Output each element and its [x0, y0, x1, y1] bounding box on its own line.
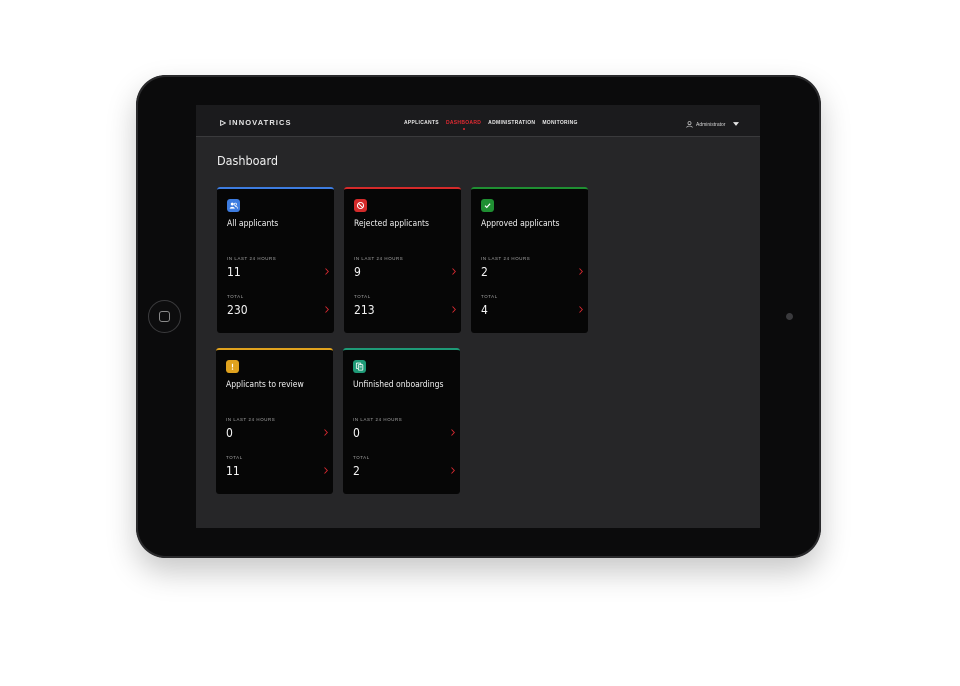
- stat-label: TOTAL: [353, 455, 370, 460]
- user-icon: [686, 120, 693, 128]
- card-title: Rejected applicants: [354, 219, 430, 229]
- home-button[interactable]: [148, 300, 181, 333]
- stat-total[interactable]: TOTAL 213: [354, 294, 456, 322]
- check-icon: [481, 199, 494, 212]
- card-title: Applicants to review: [226, 380, 304, 390]
- stat-label: IN LAST 24 HOURS: [226, 417, 276, 422]
- top-navbar: INNOVATRICS APPLICANTS DASHBOARD ADMINIS…: [196, 105, 760, 137]
- card-rejected-applicants[interactable]: Rejected applicants IN LAST 24 HOURS 9 T…: [344, 187, 461, 333]
- card-applicants-to-review[interactable]: Applicants to review IN LAST 24 HOURS 0 …: [216, 348, 333, 494]
- page-title: Dashboard: [217, 153, 278, 168]
- chevron-right-icon[interactable]: [325, 268, 329, 275]
- chevron-right-icon[interactable]: [325, 306, 329, 313]
- card-title: Approved applicants: [481, 219, 560, 229]
- documents-icon: [353, 360, 366, 373]
- chevron-right-icon[interactable]: [579, 268, 583, 275]
- tab-dashboard[interactable]: DASHBOARD: [446, 120, 481, 130]
- stat-value: 0: [226, 426, 233, 440]
- card-all-applicants[interactable]: All applicants IN LAST 24 HOURS 11 TOTAL…: [217, 187, 334, 333]
- tab-administration[interactable]: ADMINISTRATION: [488, 120, 535, 126]
- camera-dot: [786, 313, 793, 320]
- tab-monitoring[interactable]: MONITORING: [542, 120, 577, 126]
- stat-value: 11: [227, 265, 241, 279]
- chevron-right-icon[interactable]: [451, 467, 455, 474]
- tab-applicants[interactable]: APPLICANTS: [404, 120, 439, 126]
- brand-name: INNOVATRICS: [229, 118, 292, 127]
- card-unfinished-onboardings[interactable]: Unfinished onboardings IN LAST 24 HOURS …: [343, 348, 460, 494]
- brand-logo[interactable]: INNOVATRICS: [220, 119, 292, 127]
- card-title: All applicants: [227, 219, 279, 229]
- stat-label: TOTAL: [354, 294, 371, 299]
- stat-last-24h[interactable]: IN LAST 24 HOURS 0: [353, 417, 455, 445]
- stat-total[interactable]: TOTAL 4: [481, 294, 583, 322]
- stat-last-24h[interactable]: IN LAST 24 HOURS 0: [226, 417, 328, 445]
- main-nav: APPLICANTS DASHBOARD ADMINISTRATION MONI…: [404, 120, 578, 130]
- card-title: Unfinished onboardings: [353, 380, 444, 390]
- stat-value: 2: [481, 265, 488, 279]
- stat-value: 213: [354, 303, 375, 317]
- card-approved-applicants[interactable]: Approved applicants IN LAST 24 HOURS 2 T…: [471, 187, 588, 333]
- stat-label: IN LAST 24 HOURS: [481, 256, 531, 261]
- app-screen: INNOVATRICS APPLICANTS DASHBOARD ADMINIS…: [196, 105, 760, 528]
- stat-last-24h[interactable]: IN LAST 24 HOURS 2: [481, 256, 583, 284]
- chevron-right-icon[interactable]: [324, 429, 328, 436]
- stat-value: 2: [353, 464, 360, 478]
- chevron-right-icon[interactable]: [452, 306, 456, 313]
- stat-total[interactable]: TOTAL 230: [227, 294, 329, 322]
- ban-icon: [354, 199, 367, 212]
- stat-label: IN LAST 24 HOURS: [227, 256, 277, 261]
- chevron-right-icon[interactable]: [452, 268, 456, 275]
- stat-value: 230: [227, 303, 248, 317]
- stat-total[interactable]: TOTAL 2: [353, 455, 455, 483]
- users-icon: [227, 199, 240, 212]
- stat-total[interactable]: TOTAL 11: [226, 455, 328, 483]
- stat-label: IN LAST 24 HOURS: [354, 256, 404, 261]
- caret-down-icon[interactable]: [733, 122, 740, 126]
- user-menu[interactable]: Administrator: [686, 120, 740, 128]
- user-name: Administrator: [696, 122, 726, 128]
- stat-value: 0: [353, 426, 360, 440]
- stat-value: 9: [354, 265, 361, 279]
- stat-label: TOTAL: [227, 294, 244, 299]
- stat-last-24h[interactable]: IN LAST 24 HOURS 9: [354, 256, 456, 284]
- stat-value: 4: [481, 303, 488, 317]
- stat-label: TOTAL: [481, 294, 498, 299]
- stat-label: TOTAL: [226, 455, 243, 460]
- exclamation-icon: [226, 360, 239, 373]
- logo-mark-icon: [220, 120, 226, 126]
- chevron-right-icon[interactable]: [324, 467, 328, 474]
- stat-label: IN LAST 24 HOURS: [353, 417, 403, 422]
- chevron-right-icon[interactable]: [451, 429, 455, 436]
- stat-value: 11: [226, 464, 240, 478]
- stat-last-24h[interactable]: IN LAST 24 HOURS 11: [227, 256, 329, 284]
- chevron-right-icon[interactable]: [579, 306, 583, 313]
